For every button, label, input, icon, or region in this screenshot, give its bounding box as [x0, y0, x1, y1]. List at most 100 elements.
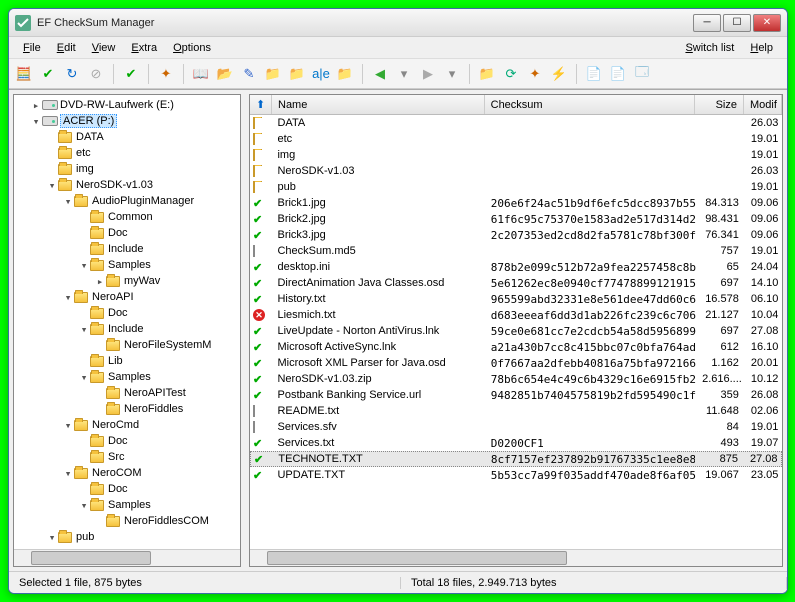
tree-item[interactable]: img — [16, 161, 238, 177]
file-row[interactable]: ✔UPDATE.TXT5b53cc7a99f035addf470ade8f6af… — [250, 467, 782, 483]
tree-item[interactable]: ▸DVD-RW-Laufwerk (E:) — [16, 97, 238, 113]
file-row[interactable]: README.txt11.64802.06 — [250, 403, 782, 419]
tree-item[interactable]: NeroFiddlesCOM — [16, 513, 238, 529]
file-row[interactable]: ✔Postbank Banking Service.url9482851b740… — [250, 387, 782, 403]
tree-item[interactable]: NeroFiddles — [16, 401, 238, 417]
close-button[interactable]: ✕ — [753, 14, 781, 32]
tree-item[interactable]: Lib — [16, 353, 238, 369]
file-row[interactable]: ✔NeroSDK-v1.03.zip78b6c654e4c49c6b4329c1… — [250, 371, 782, 387]
tree-item[interactable]: Doc — [16, 433, 238, 449]
file-list[interactable]: DATA26.03etc19.01img19.01NeroSDK-v1.0326… — [250, 115, 782, 549]
folder-tree[interactable]: ▸DVD-RW-Laufwerk (E:)▾ACER (P:)DATAetcim… — [14, 95, 240, 549]
column-size[interactable]: Size — [695, 95, 744, 114]
tree-item[interactable]: Src — [16, 449, 238, 465]
refresh2-icon[interactable]: ⟳ — [500, 63, 522, 85]
refresh-icon[interactable]: ↻ — [61, 63, 83, 85]
tree-item[interactable]: ▾AudioPluginManager — [16, 193, 238, 209]
check-all-icon[interactable]: ✔ — [37, 63, 59, 85]
menu-switch-list[interactable]: Switch list — [677, 40, 742, 56]
tree-item[interactable]: Doc — [16, 225, 238, 241]
open-icon[interactable]: 📖 — [190, 63, 212, 85]
tree-item[interactable]: NeroFileSystemM — [16, 337, 238, 353]
column-checksum[interactable]: Checksum — [485, 95, 696, 114]
tree-item[interactable]: Include — [16, 241, 238, 257]
tree-item[interactable]: ▾Samples — [16, 369, 238, 385]
tree-twisty-icon[interactable]: ▾ — [46, 179, 58, 192]
tree-item[interactable]: ▾NeroCOM — [16, 465, 238, 481]
tree-twisty-icon[interactable]: ▸ — [30, 99, 42, 112]
edit-icon[interactable]: ✎ — [238, 63, 260, 85]
file-row[interactable]: ✔DirectAnimation Java Classes.osd5e61262… — [250, 275, 782, 291]
file-row[interactable]: ✕Liesmich.txtd683eeeaf6dd3d1ab226fc239c6… — [250, 307, 782, 323]
bolt-icon[interactable]: ⚡ — [548, 63, 570, 85]
copy-icon[interactable]: 📄 — [583, 63, 605, 85]
file-row[interactable]: ✔Brick1.jpg206e6f24ac51b9df6efc5dcc8937b… — [250, 195, 782, 211]
tree-item[interactable]: ▸myWav — [16, 273, 238, 289]
folder-up-icon[interactable]: 📁 — [286, 63, 308, 85]
menu-options[interactable]: Options — [165, 40, 219, 56]
file-row[interactable]: ✔Microsoft XML Parser for Java.osd0f7667… — [250, 355, 782, 371]
file-row[interactable]: ✔Brick3.jpg2c207353ed2cd8d2fa5781c78bf30… — [250, 227, 782, 243]
menu-file[interactable]: File — [15, 40, 49, 56]
tree-twisty-icon[interactable]: ▾ — [78, 371, 90, 384]
verify-icon[interactable]: ✔ — [120, 63, 142, 85]
rename-icon[interactable]: a|e — [310, 63, 332, 85]
tree-item[interactable]: ▾Samples — [16, 257, 238, 273]
back-icon[interactable]: ◀ — [369, 63, 391, 85]
tree-twisty-icon[interactable]: ▾ — [78, 499, 90, 512]
wand-icon[interactable]: ✦ — [524, 63, 546, 85]
file-row[interactable]: ✔desktop.ini878b2e099c512b72a9fea2257458… — [250, 259, 782, 275]
column-name[interactable]: Name — [272, 95, 485, 114]
tree-twisty-icon[interactable]: ▾ — [62, 419, 74, 432]
tree-item[interactable]: etc — [16, 145, 238, 161]
column-modif[interactable]: Modif — [744, 95, 782, 114]
tree-item[interactable]: ▾ACER (P:) — [16, 113, 238, 129]
column-up[interactable]: ⬆ — [250, 95, 272, 114]
tree-twisty-icon[interactable]: ▾ — [62, 195, 74, 208]
stop-icon[interactable]: ⊘ — [85, 63, 107, 85]
folder-add-icon[interactable]: 📁 — [262, 63, 284, 85]
tree-twisty-icon[interactable]: ▾ — [46, 531, 58, 544]
file-row[interactable]: ✔Services.txtD0200CF149319.07 — [250, 435, 782, 451]
tree-twisty-icon[interactable]: ▸ — [94, 275, 106, 288]
tree-item[interactable]: Doc — [16, 305, 238, 321]
file-row[interactable]: NeroSDK-v1.0326.03 — [250, 163, 782, 179]
tree-item[interactable]: ▾Include — [16, 321, 238, 337]
file-row[interactable]: ✔Microsoft ActiveSync.lnka21a430b7cc8c41… — [250, 339, 782, 355]
maximize-button[interactable]: ☐ — [723, 14, 751, 32]
tree-item[interactable]: Doc — [16, 481, 238, 497]
list-header[interactable]: ⬆NameChecksumSizeModif — [250, 95, 782, 115]
new-doc-icon[interactable]: ✦ — [155, 63, 177, 85]
tree-scrollbar[interactable] — [14, 549, 240, 566]
file-row[interactable]: img19.01 — [250, 147, 782, 163]
file-row[interactable]: ✔LiveUpdate - Norton AntiVirus.lnk59ce0e… — [250, 323, 782, 339]
file-row[interactable]: Services.sfv8419.01 — [250, 419, 782, 435]
fwd-icon[interactable]: ▶ — [417, 63, 439, 85]
folder-x-icon[interactable]: 📁 — [334, 63, 356, 85]
list-scrollbar[interactable] — [250, 549, 782, 566]
tree-item[interactable]: DATA — [16, 129, 238, 145]
tree-item[interactable]: ▾NeroSDK-v1.03 — [16, 177, 238, 193]
minimize-button[interactable]: ─ — [693, 14, 721, 32]
file-row[interactable]: ✔Brick2.jpg61f6c95c75370e1583ad2e517d314… — [250, 211, 782, 227]
tree-twisty-icon[interactable]: ▾ — [62, 291, 74, 304]
file-row[interactable]: ✔History.txt965599abd32331e8e561dee47dd6… — [250, 291, 782, 307]
file-row[interactable]: ✔TECHNOTE.TXT8cf7157ef237892b91767335c1e… — [250, 451, 782, 467]
menu-help[interactable]: Help — [742, 40, 781, 56]
tree-twisty-icon[interactable]: ▾ — [78, 259, 90, 272]
file-row[interactable]: etc19.01 — [250, 131, 782, 147]
tree-item[interactable]: ▾NeroCmd — [16, 417, 238, 433]
menu-view[interactable]: View — [84, 40, 124, 56]
file-row[interactable]: pub19.01 — [250, 179, 782, 195]
props-icon[interactable]: 🗔 — [631, 63, 653, 85]
tree-item[interactable]: Common — [16, 209, 238, 225]
tree-item[interactable]: ▾pub — [16, 529, 238, 545]
file-row[interactable]: CheckSum.md575719.01 — [250, 243, 782, 259]
titlebar[interactable]: EF CheckSum Manager ─ ☐ ✕ — [9, 9, 787, 37]
new-file-icon[interactable]: 📄 — [607, 63, 629, 85]
menu-edit[interactable]: Edit — [49, 40, 84, 56]
back-drop-icon[interactable]: ▾ — [393, 63, 415, 85]
tree-item[interactable]: ▾NeroAPI — [16, 289, 238, 305]
tree-twisty-icon[interactable]: ▾ — [78, 323, 90, 336]
menu-extra[interactable]: Extra — [123, 40, 165, 56]
